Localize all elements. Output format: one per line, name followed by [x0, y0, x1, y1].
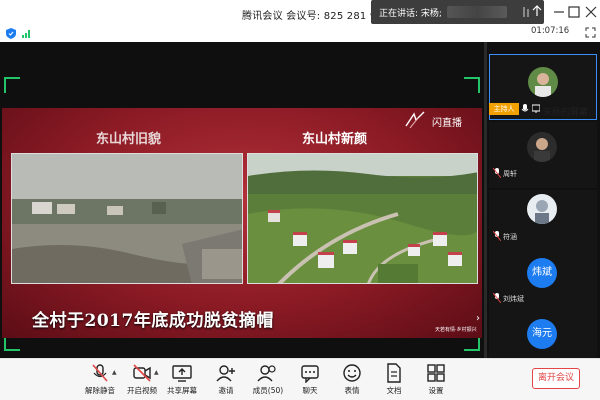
settings-label: 设置 — [428, 386, 444, 395]
invite-label: 邀请 — [218, 386, 234, 395]
settings-button[interactable]: 设置 — [422, 363, 450, 399]
avatar — [527, 194, 557, 224]
chat-button[interactable]: 聊天 — [296, 363, 324, 399]
share-screen-button[interactable]: 共享屏幕 — [164, 363, 200, 399]
participant-tile[interactable]: 炜斌 刘炜斌 — [489, 254, 597, 320]
signal-strength-icon[interactable] — [22, 28, 32, 38]
add-user-icon — [216, 365, 235, 382]
meeting-title: 腾讯会议 会议号: 825 281 918 — [242, 11, 390, 22]
old-village-photo — [11, 153, 243, 284]
meeting-timer: 01:07:16 — [531, 26, 570, 36]
docs-button[interactable]: 文档 — [380, 363, 408, 399]
participant-name: 刘炜斌 — [503, 295, 524, 303]
mic-muted-icon — [493, 231, 501, 241]
chat-label: 聊天 — [302, 386, 318, 395]
document-icon — [387, 363, 401, 383]
mic-icon — [521, 104, 529, 112]
mic-muted-icon — [92, 364, 108, 382]
invite-button[interactable]: 邀请 — [212, 363, 240, 399]
share-screen-label: 共享屏幕 — [167, 386, 197, 395]
caret-up-icon[interactable]: ▲ — [112, 369, 117, 376]
frame-corner — [4, 77, 20, 93]
info-bar — [0, 26, 600, 40]
next-slide-icon[interactable]: › — [476, 313, 480, 324]
host-badge: 主持人 — [489, 103, 519, 115]
speaking-label: 正在讲话: 宋杨; — [379, 9, 442, 19]
share-screen-icon — [172, 365, 192, 382]
reactions-button[interactable]: 表情 — [338, 363, 366, 399]
speaking-indicator: 正在讲话: 宋杨; — [371, 0, 544, 24]
heading-old-village: 东山村旧貌 — [96, 132, 162, 147]
screen-share-icon — [532, 104, 540, 113]
title-bar: 腾讯会议 会议号: 825 281 918 正在讲话: 宋杨; — [0, 0, 600, 26]
mic-muted-icon — [493, 168, 501, 178]
participants-panel: 主持人 宋杨的屏幕... 周轩 符涵 炜斌 刘炜斌 海元 — [487, 42, 600, 358]
close-icon[interactable] — [581, 2, 600, 22]
caret-up-icon[interactable]: ▲ — [154, 369, 159, 376]
video-off-icon — [133, 364, 151, 382]
participant-name: 宋杨的屏幕... — [543, 108, 597, 118]
slide-watermark: 天若有情·乡村振兴 — [435, 327, 477, 333]
speaker-blur — [447, 6, 507, 18]
members-icon — [257, 365, 276, 382]
new-village-image — [248, 154, 477, 283]
participant-name: 周轩 — [503, 170, 517, 178]
new-village-photo — [247, 153, 478, 284]
avatar: 海元 — [527, 319, 557, 349]
members-button[interactable]: 成员(50) — [250, 363, 286, 399]
mic-muted-icon — [493, 293, 501, 303]
brand-name: 闪直播 — [432, 118, 462, 129]
docs-label: 文档 — [386, 386, 402, 395]
members-label: 成员(50) — [252, 386, 284, 395]
frame-corner — [464, 77, 480, 93]
heading-new-village: 东山村新颜 — [302, 132, 368, 147]
video-label: 开启视频 — [127, 386, 157, 395]
fullscreen-icon[interactable] — [585, 27, 596, 38]
reactions-label: 表情 — [344, 386, 360, 395]
participant-tile[interactable]: 海元 — [489, 314, 597, 358]
mute-label: 解除静音 — [85, 386, 115, 395]
slide-caption: 全村于2017年底成功脱贫摘帽 — [32, 311, 274, 331]
shield-icon[interactable] — [6, 28, 16, 39]
meeting-toolbar: 解除静音 ▲ 开启视频 ▲ 共享屏幕 邀请 成员(50) 聊天 表情 文档 设置 — [0, 358, 600, 400]
participant-tile[interactable]: 符涵 — [489, 190, 597, 256]
pin-icon[interactable] — [527, 2, 547, 22]
brand-logo: 闪直播 — [402, 110, 468, 130]
old-village-image — [12, 154, 242, 283]
presentation-slide: 闪直播 东山村旧貌 东山村新颜 全村于2017年底成功脱贫摘帽 天若有情·乡村振… — [2, 108, 482, 338]
participant-name: 符涵 — [503, 233, 517, 241]
apps-icon — [427, 364, 445, 382]
participant-tile[interactable]: 周轩 — [489, 122, 597, 188]
logo-icon — [405, 111, 425, 129]
avatar — [528, 67, 558, 97]
smile-icon — [343, 364, 361, 382]
chat-icon — [301, 365, 319, 383]
avatar — [527, 132, 557, 162]
leave-meeting-button[interactable]: 离开会议 — [532, 368, 580, 389]
avatar: 炜斌 — [527, 258, 557, 288]
